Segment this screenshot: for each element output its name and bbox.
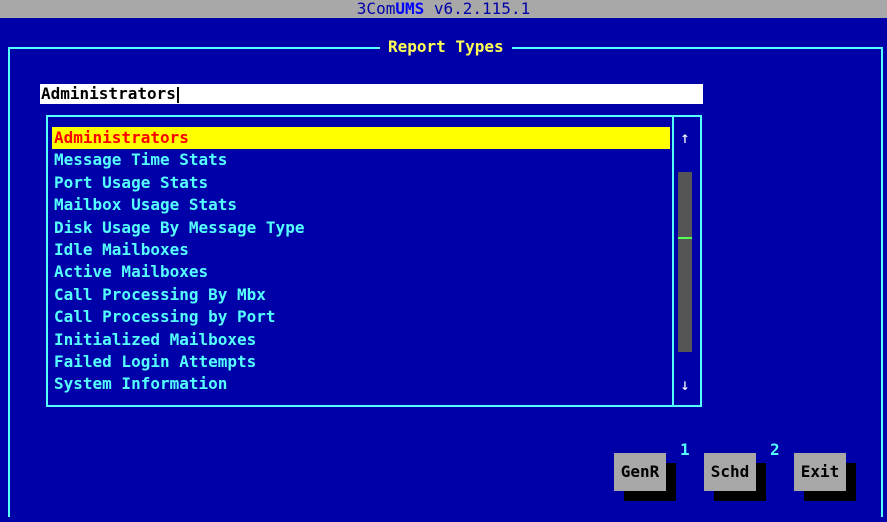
app-brand: 3Com xyxy=(356,0,396,18)
schd-hotkey: 2 xyxy=(770,440,780,459)
list-item[interactable]: Call Processing By Mbx xyxy=(52,284,670,306)
scrollbar-thumb[interactable] xyxy=(678,237,692,239)
search-input[interactable]: Administrators xyxy=(40,84,703,104)
report-type-list: Administrators Message Time Stats Port Usa… xyxy=(52,127,670,396)
genr-button[interactable]: GenR xyxy=(614,453,666,491)
scrollbar-divider xyxy=(672,115,674,407)
list-item[interactable]: Disk Usage By Message Type xyxy=(52,217,670,239)
arrow-down-icon[interactable]: ↓ xyxy=(676,375,694,395)
text-cursor xyxy=(176,86,179,103)
app-version: v6.2.115.1 xyxy=(433,0,531,18)
list-item[interactable]: Failed Login Attempts xyxy=(52,351,670,373)
list-item[interactable]: Active Mailboxes xyxy=(52,261,670,283)
list-item[interactable]: Message Time Stats xyxy=(52,149,670,171)
search-value: Administrators xyxy=(41,84,176,103)
genr-hotkey: 1 xyxy=(680,440,690,459)
dialog-title: Report Types xyxy=(380,38,512,56)
list-item[interactable]: Idle Mailboxes xyxy=(52,239,670,261)
schd-button[interactable]: Schd xyxy=(704,453,756,491)
title-bar: 3ComUMS v6.2.115.1 xyxy=(0,0,887,18)
list-item[interactable]: Administrators xyxy=(52,127,670,150)
arrow-up-icon[interactable]: ↑ xyxy=(676,128,694,148)
list-item[interactable]: Mailbox Usage Stats xyxy=(52,194,670,216)
list-item[interactable]: Port Usage Stats xyxy=(52,172,670,194)
list-item[interactable]: System Information xyxy=(52,373,670,395)
exit-button[interactable]: Exit xyxy=(794,453,846,491)
scrollbar-track[interactable] xyxy=(678,172,692,352)
list-item[interactable]: Initialized Mailboxes xyxy=(52,329,670,351)
list-item[interactable]: Call Processing by Port xyxy=(52,306,670,328)
app-accent: UMS xyxy=(395,0,425,18)
